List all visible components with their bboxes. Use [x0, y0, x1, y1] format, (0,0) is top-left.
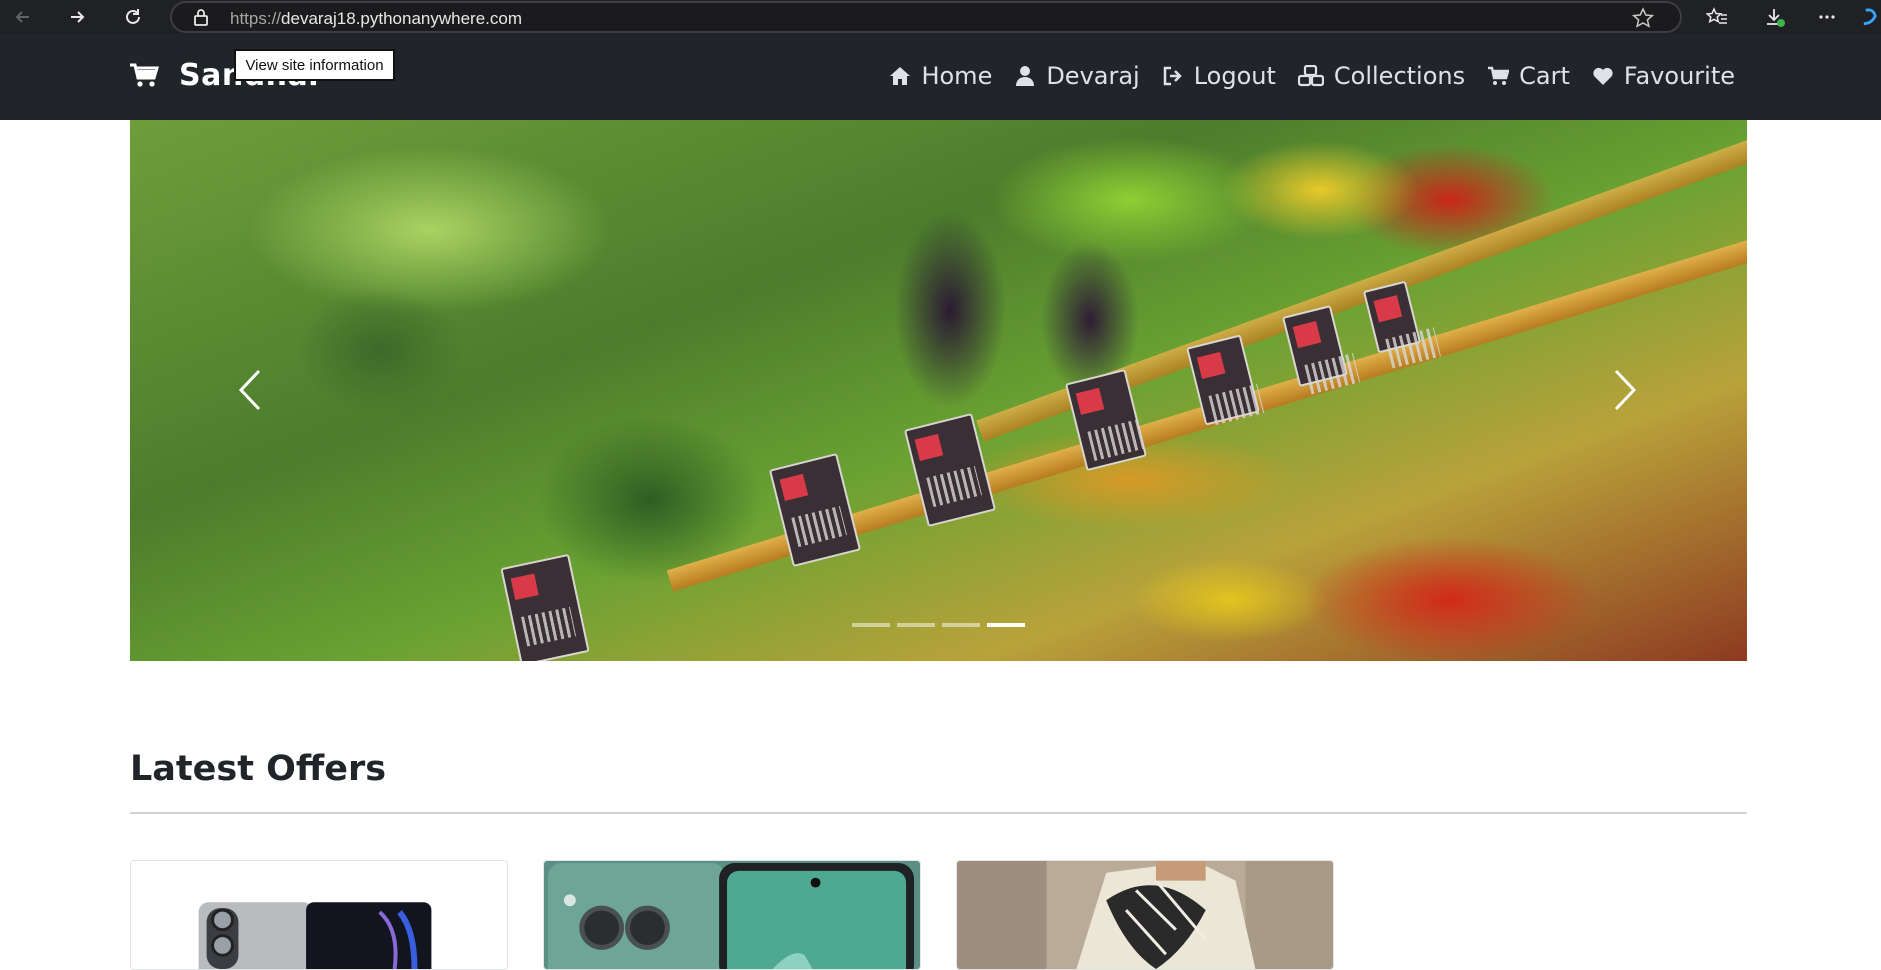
forward-arrow-icon — [71, 11, 85, 23]
price-tag — [500, 553, 590, 661]
carousel-indicator-active[interactable] — [987, 623, 1025, 627]
sign-out-icon — [1163, 66, 1182, 86]
nav-links: Home Devaraj Logout Collections Cart Fav… — [867, 62, 1735, 90]
price-tag — [1362, 280, 1441, 369]
cubes-icon — [1297, 65, 1324, 87]
reload-button[interactable] — [116, 0, 150, 34]
product-image — [957, 861, 1333, 969]
favorites-button[interactable] — [1700, 0, 1734, 34]
downloads-button[interactable] — [1758, 0, 1792, 34]
carousel-indicator[interactable] — [852, 623, 890, 627]
address-bar[interactable]: https://devaraj18.pythonanywhere.com — [170, 1, 1682, 33]
nav-cart[interactable]: Cart — [1487, 62, 1570, 90]
nav-home[interactable]: Home — [889, 62, 992, 90]
forward-button[interactable] — [60, 0, 94, 34]
nav-logout[interactable]: Logout — [1162, 62, 1276, 90]
carousel-prev-button[interactable] — [230, 360, 270, 420]
offer-card[interactable] — [543, 860, 921, 970]
more-menu-button[interactable] — [1810, 0, 1844, 34]
url-host: devaraj18.pythonanywhere.com — [281, 9, 523, 28]
favorites-list-icon — [1706, 7, 1727, 24]
price-tag — [1282, 305, 1361, 395]
carousel-indicator[interactable] — [897, 623, 935, 627]
section-divider — [130, 812, 1747, 814]
product-image — [544, 861, 920, 969]
url-text: https://devaraj18.pythonanywhere.com — [230, 9, 522, 29]
download-icon — [1767, 9, 1785, 27]
hero-carousel — [130, 120, 1747, 661]
offer-card[interactable] — [130, 860, 508, 970]
offer-card[interactable] — [956, 860, 1334, 970]
site-info-tooltip: View site information — [234, 49, 395, 81]
nav-home-label: Home — [921, 62, 993, 90]
user-icon — [1016, 66, 1035, 86]
copilot-icon — [1863, 8, 1877, 26]
copilot-button[interactable] — [1860, 0, 1881, 34]
back-arrow-icon — [15, 11, 29, 23]
nav-user[interactable]: Devaraj — [1014, 62, 1140, 90]
nav-collections-label: Collections — [1333, 62, 1466, 90]
nav-favourite[interactable]: Favourite — [1592, 62, 1735, 90]
reload-icon — [126, 9, 140, 24]
back-button[interactable] — [6, 0, 40, 34]
carousel-next-button[interactable] — [1605, 360, 1645, 420]
product-image — [131, 861, 507, 969]
more-dots-icon — [1819, 15, 1835, 19]
home-icon — [890, 67, 911, 85]
cart-icon — [130, 63, 159, 87]
cart-icon — [1488, 66, 1510, 85]
url-protocol: https:// — [230, 9, 282, 28]
nav-logout-label: Logout — [1193, 62, 1276, 90]
nav-collections[interactable]: Collections — [1297, 62, 1466, 90]
chevron-right-icon — [1614, 369, 1637, 411]
carousel-indicator[interactable] — [942, 623, 980, 627]
lock-icon[interactable] — [192, 8, 210, 26]
nav-cart-label: Cart — [1519, 62, 1570, 90]
favorite-star-icon[interactable] — [1632, 7, 1654, 29]
browser-toolbar: https://devaraj18.pythonanywhere.com — [0, 0, 1881, 34]
latest-offers-title: Latest Offers — [130, 749, 387, 789]
chevron-left-icon — [238, 369, 261, 411]
carousel-indicators — [852, 623, 1025, 627]
carousel-slide-image — [130, 120, 1747, 661]
heart-icon — [1593, 67, 1613, 85]
nav-user-label: Devaraj — [1046, 62, 1140, 90]
nav-favourite-label: Favourite — [1623, 62, 1735, 90]
